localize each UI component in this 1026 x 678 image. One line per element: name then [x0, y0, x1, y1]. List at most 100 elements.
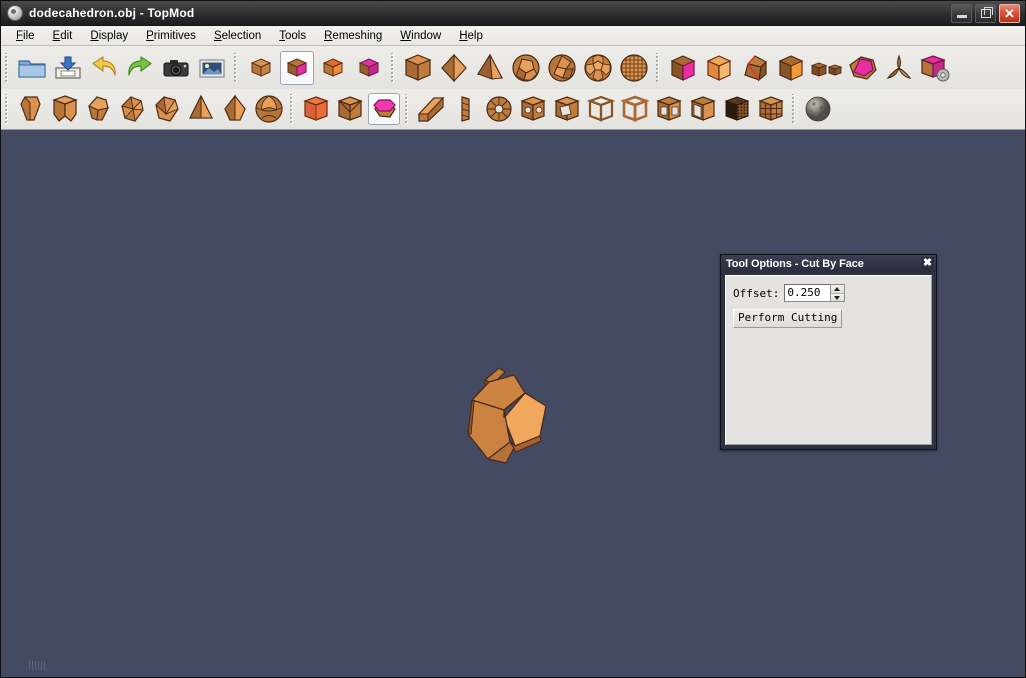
topmod-application-window: dodecahedron.obj - TopMod ✕ File Edit Disp…: [0, 0, 1026, 678]
dodeca-magenta-icon[interactable]: [846, 51, 880, 85]
menu-display[interactable]: Display: [81, 29, 137, 43]
offset-spin-buttons: [831, 284, 846, 302]
cut-by-vertex-icon[interactable]: [334, 93, 366, 125]
cutting-group: [299, 93, 401, 125]
cube-pair-icon[interactable]: [810, 51, 844, 85]
toolbar-grip-icon[interactable]: [790, 94, 799, 124]
extrude-double-stellate-icon[interactable]: [219, 93, 251, 125]
toolbar-grip-icon[interactable]: [288, 94, 297, 124]
maximize-icon: [981, 6, 993, 18]
toolbar-grip-icon[interactable]: [3, 52, 12, 83]
save-disk-icon[interactable]: [51, 51, 85, 85]
remesh-corner-cut-icon[interactable]: [517, 93, 549, 125]
toolbar-grip-icon[interactable]: [3, 94, 12, 124]
window-controls: ✕: [951, 3, 1023, 23]
toolbars: [1, 46, 1025, 130]
remesh-wire-frame2-icon[interactable]: [619, 93, 651, 125]
menu-help[interactable]: Help: [450, 29, 492, 43]
operations-group: [665, 51, 953, 85]
tool-options-body: Offset: 0.250 Perform Cutting: [725, 275, 932, 445]
offset-label: Offset:: [733, 286, 780, 300]
minimize-icon: [957, 14, 967, 18]
open-folder-icon[interactable]: [15, 51, 49, 85]
maximize-button[interactable]: [975, 3, 996, 23]
texturing-group: [801, 93, 835, 125]
minimize-button[interactable]: [951, 3, 972, 23]
perform-cutting-button[interactable]: Perform Cutting: [733, 309, 843, 328]
offset-field-row: Offset: 0.250: [733, 284, 931, 302]
extrude-stellate-icon[interactable]: [185, 93, 217, 125]
remesh-grid-icon[interactable]: [755, 93, 787, 125]
menu-edit[interactable]: Edit: [44, 29, 82, 43]
menu-remeshing[interactable]: Remeshing: [315, 29, 391, 43]
extrude-cubical-icon[interactable]: [49, 93, 81, 125]
remesh-corner-open-icon[interactable]: [551, 93, 583, 125]
offset-input[interactable]: 0.250: [784, 284, 832, 302]
close-icon[interactable]: ✖: [921, 257, 934, 270]
primitives-group: [400, 51, 652, 85]
file-group: [14, 51, 230, 85]
dodecahedron-primitive-icon[interactable]: [509, 51, 543, 85]
undo-arrow-icon[interactable]: [87, 51, 121, 85]
cube-pink-icon[interactable]: [352, 51, 386, 85]
cube-magenta-icon[interactable]: [280, 50, 314, 85]
cube-orange-icon[interactable]: [244, 51, 278, 85]
extrude-dodeca-icon[interactable]: [83, 93, 115, 125]
dodecahedron-model[interactable]: [453, 362, 573, 482]
remesh-dense-icon[interactable]: [721, 93, 753, 125]
toolbar-grip-icon[interactable]: [232, 52, 241, 83]
perform-cutting-row: Perform Cutting: [733, 308, 931, 328]
octahedron-primitive-icon[interactable]: [437, 51, 471, 85]
close-button[interactable]: ✕: [999, 3, 1020, 23]
cube-collapse-icon[interactable]: [738, 51, 772, 85]
cube-split-valence-icon[interactable]: [774, 51, 808, 85]
menu-primitives[interactable]: Primitives: [137, 29, 205, 43]
cube-face-magenta-icon[interactable]: [666, 51, 700, 85]
remesh-spiral-icon[interactable]: [483, 93, 515, 125]
icosahedron-primitive-icon[interactable]: [545, 51, 579, 85]
tool-options-titlebar[interactable]: Tool Options - Cut By Face ✖: [721, 255, 936, 272]
extrude-octahedral-icon[interactable]: [151, 93, 183, 125]
viewport-status-artifact: [29, 661, 47, 670]
cut-by-edge-icon[interactable]: [300, 93, 332, 125]
cube-red-icon[interactable]: [316, 51, 350, 85]
rocky-sphere-icon[interactable]: [802, 93, 834, 125]
remesh-wire-open-icon[interactable]: [687, 93, 719, 125]
tetrahedron-primitive-icon[interactable]: [473, 51, 507, 85]
menu-file[interactable]: File: [7, 29, 44, 43]
soccerball-primitive-icon[interactable]: [581, 51, 615, 85]
toolbar-grip-icon[interactable]: [403, 94, 412, 124]
remesh-column-icon[interactable]: [449, 93, 481, 125]
remesh-wire-frame-icon[interactable]: [585, 93, 617, 125]
menu-selection[interactable]: Selection: [205, 29, 270, 43]
remesh-wedge-icon[interactable]: [415, 93, 447, 125]
remesh-wire-cage-icon[interactable]: [653, 93, 685, 125]
extrusion-group: [14, 93, 286, 125]
redo-arrow-icon[interactable]: [123, 51, 157, 85]
extrude-dome-icon[interactable]: [253, 93, 285, 125]
toolbar-grip-icon[interactable]: [654, 52, 663, 83]
tool-options-title: Tool Options - Cut By Face: [726, 257, 864, 270]
camera-icon[interactable]: [159, 51, 193, 85]
cube-primitive-icon[interactable]: [401, 51, 435, 85]
extrude-doo-sabin-icon[interactable]: [15, 93, 47, 125]
tool-options-dialog[interactable]: Tool Options - Cut By Face ✖ Offset: 0.2…: [720, 254, 937, 450]
toolbar-grip-icon[interactable]: [389, 52, 398, 83]
cube-subdivide-icon[interactable]: [702, 51, 736, 85]
window-titlebar: dodecahedron.obj - TopMod ✕: [1, 1, 1025, 26]
mode-group: [243, 50, 387, 85]
window-title: dodecahedron.obj - TopMod: [29, 6, 195, 20]
tripod-icon[interactable]: [882, 51, 916, 85]
offset-stepper[interactable]: 0.250: [784, 284, 846, 302]
cut-by-face-icon[interactable]: [368, 93, 400, 125]
extrude-icosa-icon[interactable]: [117, 93, 149, 125]
toolbar-row-1: [1, 46, 1025, 89]
spin-down-icon[interactable]: [831, 293, 845, 301]
menu-tools[interactable]: Tools: [270, 29, 315, 43]
remeshing-group: [414, 93, 788, 125]
spin-up-icon[interactable]: [831, 285, 845, 294]
cube-gear-icon[interactable]: [918, 51, 952, 85]
geodesic-sphere-primitive-icon[interactable]: [617, 51, 651, 85]
image-frame-icon[interactable]: [195, 51, 229, 85]
menu-window[interactable]: Window: [391, 29, 450, 43]
